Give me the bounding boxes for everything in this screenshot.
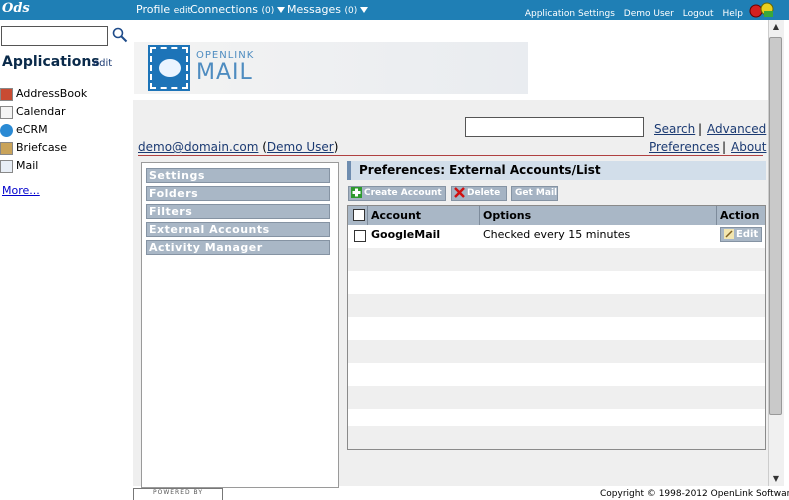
- app-item-mail[interactable]: Mail: [0, 159, 38, 175]
- delete-label: Delete: [467, 188, 501, 198]
- chevron-down-icon[interactable]: [360, 7, 369, 13]
- chevron-down-icon[interactable]: [277, 7, 286, 13]
- profile-edit-link[interactable]: edit: [174, 6, 191, 16]
- app-label[interactable]: Calendar: [16, 105, 65, 118]
- plus-icon: [351, 187, 362, 198]
- delete-x-icon: [454, 187, 465, 198]
- delete-button[interactable]: Delete: [451, 186, 507, 201]
- column-divider: [716, 206, 717, 225]
- preferences-link[interactable]: Preferences: [649, 140, 720, 154]
- scrollbar-thumb[interactable]: [769, 37, 782, 415]
- menu-item-external-accounts[interactable]: External Accounts: [146, 222, 330, 237]
- mail-icon: [0, 159, 13, 173]
- calendar-icon: [0, 105, 13, 119]
- connections-label[interactable]: Connections: [190, 3, 258, 16]
- app-label[interactable]: AddressBook: [16, 87, 87, 100]
- account-options: Checked every 15 minutes: [483, 228, 631, 241]
- create-account-button[interactable]: Create Account: [348, 186, 446, 201]
- connections-menu[interactable]: Connections (0): [190, 3, 286, 16]
- table-row-empty: [348, 340, 765, 363]
- app-label[interactable]: eCRM: [16, 123, 48, 136]
- demo-user-link[interactable]: Demo User: [624, 9, 674, 19]
- banner-brand-big: MAIL: [196, 60, 253, 85]
- edit-button[interactable]: Edit: [720, 227, 762, 242]
- header-divider: [138, 155, 763, 156]
- applications-heading: Applications: [2, 54, 100, 70]
- app-item-ecrm[interactable]: eCRM: [0, 123, 48, 139]
- sidebar-search-input[interactable]: [1, 26, 108, 46]
- app-item-calendar[interactable]: Calendar: [0, 105, 65, 121]
- menu-item-filters[interactable]: Filters: [146, 204, 330, 219]
- column-header-account[interactable]: Account: [371, 206, 421, 225]
- account-name[interactable]: GoogleMail: [371, 228, 440, 241]
- user-identity: demo@domain.com (Demo User): [138, 140, 339, 154]
- application-settings-link[interactable]: Application Settings: [525, 9, 615, 19]
- pencil-icon: [724, 229, 734, 239]
- profile-label[interactable]: Profile: [136, 3, 170, 16]
- column-divider: [479, 206, 480, 225]
- openlink-mail-banner: [134, 42, 528, 94]
- user-name-link[interactable]: Demo User: [267, 140, 334, 154]
- menu-item-activity-manager[interactable]: Activity Manager: [146, 240, 330, 255]
- table-row-empty: [348, 294, 765, 317]
- logout-link[interactable]: Logout: [683, 9, 714, 19]
- advanced-link[interactable]: Advanced: [707, 122, 766, 136]
- messages-menu[interactable]: Messages (0): [287, 3, 369, 16]
- column-header-options[interactable]: Options: [483, 206, 531, 225]
- select-all-checkbox[interactable]: [353, 209, 365, 221]
- app-item-briefcase[interactable]: Briefcase: [0, 141, 67, 157]
- link-separator: |: [698, 122, 703, 136]
- top-right-links: Application Settings Demo User Logout He…: [519, 9, 743, 19]
- app-label[interactable]: Briefcase: [16, 141, 67, 154]
- scroll-down-arrow-icon[interactable]: ▼: [770, 474, 782, 484]
- ods-logo[interactable]: Ods: [2, 1, 30, 16]
- search-icon[interactable]: [112, 27, 128, 43]
- table-row-empty: [348, 248, 765, 271]
- help-link[interactable]: Help: [722, 9, 743, 19]
- column-header-action: Action: [720, 209, 760, 222]
- applications-edit-link[interactable]: edit: [93, 58, 112, 69]
- row-checkbox[interactable]: [354, 230, 366, 242]
- top-navigation-bar: Ods Profile edit Connections (0) Message…: [0, 0, 789, 20]
- menu-item-folders[interactable]: Folders: [146, 186, 330, 201]
- briefcase-icon: [0, 141, 13, 155]
- panel-title: Preferences: External Accounts/List: [347, 161, 766, 180]
- profile-menu[interactable]: Profile edit: [136, 3, 191, 16]
- menu-item-settings[interactable]: Settings: [146, 168, 330, 183]
- column-divider: [367, 206, 368, 225]
- link-separator: |: [722, 140, 727, 154]
- mail-stamp-logo: [148, 45, 190, 91]
- get-mail-button[interactable]: Get Mail: [511, 186, 558, 201]
- app-item-addressbook[interactable]: AddressBook: [0, 87, 87, 103]
- powered-by-badge[interactable]: POWERED BY: [133, 488, 223, 500]
- messages-label[interactable]: Messages: [287, 3, 341, 16]
- edit-label: Edit: [736, 229, 759, 240]
- ecrm-icon: [0, 123, 13, 137]
- table-row-empty: [348, 426, 765, 449]
- search-link[interactable]: Search: [654, 122, 695, 136]
- connections-count: (0): [261, 6, 275, 16]
- create-account-label: Create Account: [364, 188, 442, 198]
- user-email-link[interactable]: demo@domain.com: [138, 140, 258, 154]
- messages-count: (0): [344, 6, 358, 16]
- status-bugs-icon[interactable]: [749, 2, 775, 18]
- mail-search-input[interactable]: [465, 117, 644, 137]
- more-apps-link[interactable]: More...: [2, 184, 40, 197]
- about-link[interactable]: About: [731, 140, 766, 154]
- scroll-up-arrow-icon[interactable]: ▲: [770, 22, 782, 32]
- table-row-empty: [348, 386, 765, 409]
- copyright-text: Copyright © 1998-2012 OpenLink Software: [600, 489, 789, 499]
- addressbook-icon: [0, 87, 13, 101]
- app-label[interactable]: Mail: [16, 159, 38, 172]
